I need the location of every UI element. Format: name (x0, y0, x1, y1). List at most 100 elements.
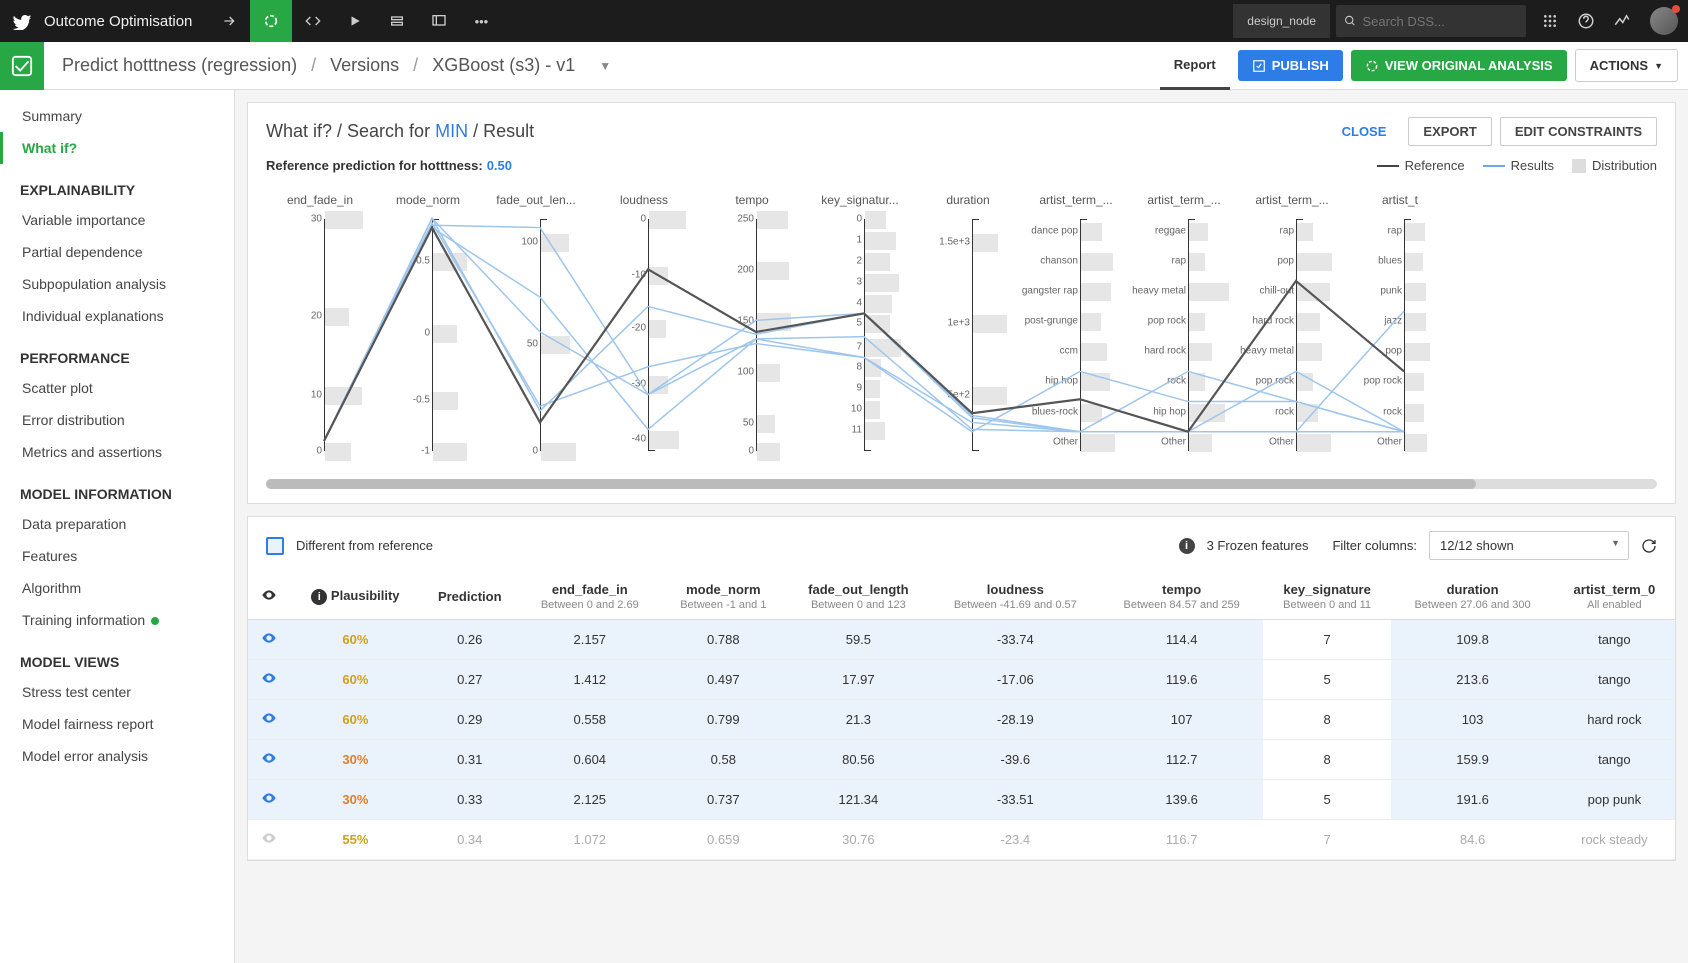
info-icon[interactable]: i (1179, 538, 1195, 554)
more-icon[interactable]: ••• (460, 0, 502, 42)
view-original-button[interactable]: VIEW ORIGINAL ANALYSIS (1351, 50, 1567, 81)
axis-artist_term_...[interactable]: artist_term_...reggaerapheavy metalpop r… (1130, 193, 1238, 453)
stack-icon[interactable] (376, 0, 418, 42)
table-row[interactable]: 30%0.310.6040.5880.56-39.6112.78159.9tan… (248, 740, 1675, 780)
activity-icon[interactable] (1604, 0, 1640, 42)
table-row[interactable]: 60%0.262.1570.78859.5-33.74114.47109.8ta… (248, 620, 1675, 660)
flow-icon[interactable] (208, 0, 250, 42)
cell: 139.6 (1100, 780, 1262, 820)
circle-icon[interactable] (250, 0, 292, 42)
eye-toggle-icon[interactable] (261, 674, 277, 689)
search-input[interactable] (1363, 14, 1518, 29)
result-title: What if? / Search for MIN / Result (266, 121, 534, 142)
eye-toggle-icon[interactable] (261, 634, 277, 649)
edit-constraints-button[interactable]: EDIT CONSTRAINTS (1500, 117, 1657, 146)
eye-toggle-icon[interactable] (261, 754, 277, 769)
sidebar-item-summary[interactable]: Summary (0, 100, 234, 132)
user-avatar[interactable] (1650, 7, 1678, 35)
search-icon (1344, 14, 1357, 28)
prediction-value: 0.33 (420, 780, 520, 820)
parallel-coords-chart[interactable]: end_fade_in3020100mode_norm0.50-0.5-1fad… (248, 183, 1675, 473)
chart-legend: Reference Results Distribution (1377, 158, 1657, 173)
search-box[interactable] (1336, 5, 1526, 37)
chart-h-scrollbar[interactable] (266, 479, 1657, 489)
publish-button[interactable]: PUBLISH (1238, 50, 1343, 81)
plausibility-value: 30% (342, 752, 368, 767)
sidebar-item-whatif[interactable]: What if? (0, 132, 234, 164)
cell: 5 (1263, 660, 1392, 700)
table-row[interactable]: 30%0.332.1250.737121.34-33.51139.65191.6… (248, 780, 1675, 820)
play-icon[interactable] (334, 0, 376, 42)
breadcrumb-model[interactable]: XGBoost (s3) - v1 (432, 55, 575, 76)
tab-report[interactable]: Report (1160, 42, 1230, 90)
axis-artist_t[interactable]: artist_trapbluespunkjazzpoppop rockrockO… (1346, 193, 1454, 453)
col-plausibility: i Plausibility (291, 574, 420, 620)
cell: 114.4 (1100, 620, 1262, 660)
apps-icon[interactable] (1532, 0, 1568, 42)
table-row[interactable]: 55%0.341.0720.65930.76-23.4116.7784.6roc… (248, 820, 1675, 860)
col-loudness[interactable]: loudnessBetween -41.69 and 0.57 (930, 574, 1100, 620)
eye-toggle-icon[interactable] (261, 834, 277, 849)
col-artist_term_0[interactable]: artist_term_0All enabled (1554, 574, 1675, 620)
breadcrumb-project[interactable]: Predict hotttness (regression) (62, 55, 297, 76)
code-icon[interactable] (292, 0, 334, 42)
eye-toggle-icon[interactable] (261, 794, 277, 809)
axis-loudness[interactable]: loudness0-10-20-30-40 (590, 193, 698, 453)
breadcrumb-versions[interactable]: Versions (330, 55, 399, 76)
axis-fade_out_len...[interactable]: fade_out_len...100500 (482, 193, 590, 453)
cell: 121.34 (787, 780, 931, 820)
col-tempo[interactable]: tempoBetween 84.57 and 259 (1100, 574, 1262, 620)
sidebar-item-training-info[interactable]: Training information (0, 604, 234, 636)
close-button[interactable]: CLOSE (1328, 118, 1401, 145)
axis-artist_term_...[interactable]: artist_term_...dance popchansongangster … (1022, 193, 1130, 453)
diff-from-ref-checkbox[interactable] (266, 537, 284, 555)
status-dot-icon (151, 617, 159, 625)
col-mode_norm[interactable]: mode_normBetween -1 and 1 (660, 574, 787, 620)
cell: 7 (1263, 820, 1392, 860)
axis-key_signatur...[interactable]: key_signatur...0123457891011 (806, 193, 914, 453)
axis-artist_term_...[interactable]: artist_term_...rappopchill-outhard rockh… (1238, 193, 1346, 453)
help-icon[interactable] (1568, 0, 1604, 42)
dashboard-icon[interactable] (418, 0, 460, 42)
sidebar-item-error-analysis[interactable]: Model error analysis (0, 740, 234, 772)
sidebar-item-fairness[interactable]: Model fairness report (0, 708, 234, 740)
table-row[interactable]: 60%0.290.5580.79921.3-28.191078103hard r… (248, 700, 1675, 740)
axis-duration[interactable]: duration1.5e+31e+35e+2 (914, 193, 1022, 453)
col-end_fade_in[interactable]: end_fade_inBetween 0 and 2.69 (520, 574, 660, 620)
sidebar-item-features[interactable]: Features (0, 540, 234, 572)
eye-toggle-icon[interactable] (261, 714, 277, 729)
sidebar-item-indiv-exp[interactable]: Individual explanations (0, 300, 234, 332)
col-fade_out_length[interactable]: fade_out_lengthBetween 0 and 123 (787, 574, 931, 620)
sidebar-item-partial-dep[interactable]: Partial dependence (0, 236, 234, 268)
actions-button[interactable]: ACTIONS ▼ (1575, 49, 1678, 82)
cell: -17.06 (930, 660, 1100, 700)
sidebar-item-stress-test[interactable]: Stress test center (0, 676, 234, 708)
sidebar-item-data-prep[interactable]: Data preparation (0, 508, 234, 540)
sidebar-item-var-importance[interactable]: Variable importance (0, 204, 234, 236)
col-duration[interactable]: durationBetween 27.06 and 300 (1391, 574, 1553, 620)
axis-tempo[interactable]: tempo250200150100500 (698, 193, 806, 453)
chevron-down-icon[interactable]: ▼ (599, 59, 611, 73)
col-key_signature[interactable]: key_signatureBetween 0 and 11 (1263, 574, 1392, 620)
app-logo-icon[interactable] (10, 9, 34, 33)
sidebar-head-performance: PERFORMANCE (0, 332, 234, 372)
cell: -39.6 (930, 740, 1100, 780)
project-logo-icon[interactable] (0, 42, 44, 90)
sidebar-item-scatter[interactable]: Scatter plot (0, 372, 234, 404)
result-panel: What if? / Search for MIN / Result CLOSE… (247, 102, 1676, 504)
sidebar-item-err-dist[interactable]: Error distribution (0, 404, 234, 436)
axis-mode_norm[interactable]: mode_norm0.50-0.5-1 (374, 193, 482, 453)
sidebar-item-metrics[interactable]: Metrics and assertions (0, 436, 234, 468)
table-row[interactable]: 60%0.271.4120.49717.97-17.06119.65213.6t… (248, 660, 1675, 700)
refresh-icon[interactable] (1641, 538, 1657, 554)
sidebar-item-subpop[interactable]: Subpopulation analysis (0, 268, 234, 300)
export-button[interactable]: EXPORT (1408, 117, 1491, 146)
cell: 0.604 (520, 740, 660, 780)
axis-end_fade_in[interactable]: end_fade_in3020100 (266, 193, 374, 453)
ref-prediction-value: 0.50 (487, 158, 512, 173)
filter-columns-select[interactable]: 12/12 shown (1429, 531, 1629, 560)
sidebar-item-algorithm[interactable]: Algorithm (0, 572, 234, 604)
cell: 5 (1263, 780, 1392, 820)
publish-icon (1252, 59, 1266, 73)
cell: tango (1554, 660, 1675, 700)
